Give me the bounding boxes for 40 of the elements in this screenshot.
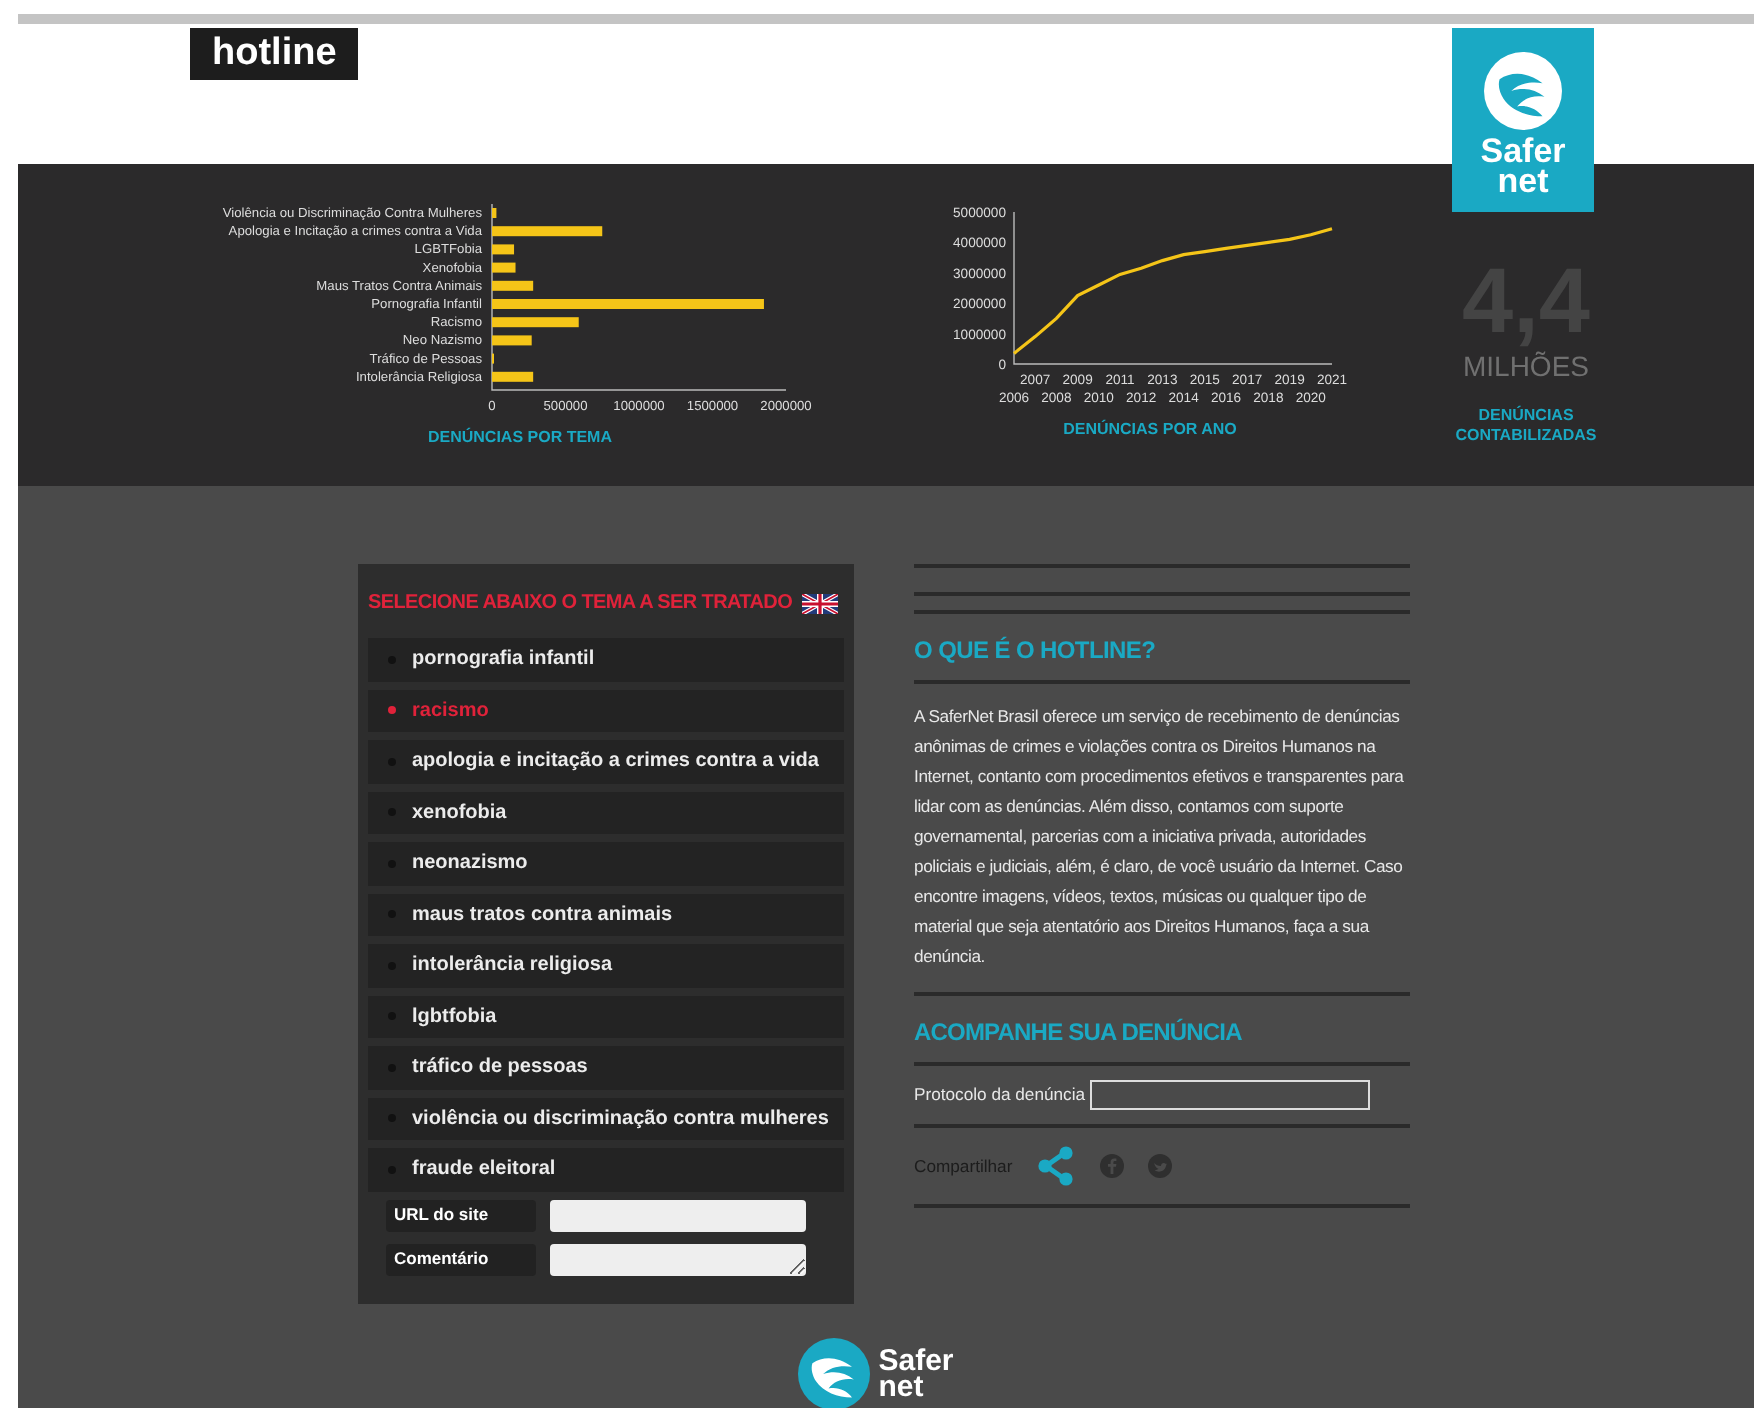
- topic-option[interactable]: intolerância religiosa: [368, 944, 844, 987]
- bar: [492, 208, 497, 218]
- share-icon[interactable]: [1036, 1146, 1077, 1186]
- section-title: ACOMPANHE SUA DENÚNCIA: [914, 1016, 1244, 1050]
- comment-field[interactable]: [550, 1243, 806, 1275]
- bar: [492, 280, 534, 291]
- protocol-field[interactable]: [1089, 1080, 1370, 1110]
- form-title: SELECIONE ABAIXO O TEMA A SER TRATADO: [368, 590, 793, 618]
- topic-option[interactable]: xenofobia: [368, 791, 844, 834]
- total-caption: DENÚNCIAS CONTABILIZADAS: [1453, 406, 1599, 446]
- section-title: O QUE É O HOTLINE?: [914, 634, 1158, 668]
- logo-text: Safer net: [1480, 136, 1566, 196]
- topic-option[interactable]: neonazismo: [368, 842, 844, 885]
- bar: [492, 262, 516, 273]
- about-paragraph: A SaferNet Brasil oferece um serviço de recebimento de denúncias anônimas de crimes e violações contra os Direitos Humanos na Internet, contanto com procedimentos efetivos e transparentes para lidar com as denúncias. Além disso, contamos com suporte governamental, parcerias com a iniciativa privada, autoridades policiais e judiciais, além, é claro, de você usuário da Internet. Caso encontre imagens, vídeos, textos, músicas ou qualquer tipo de material que seja atentatório aos Direitos Humanos, faça a sua denúncia.: [914, 704, 1406, 970]
- field-label: Comentário: [386, 1243, 536, 1275]
- chart-caption: DENÚNCIAS POR ANO: [1063, 418, 1237, 442]
- wing-icon: [798, 1338, 871, 1408]
- topic-option[interactable]: lgbtfobia: [368, 995, 844, 1038]
- page-title: hotline: [190, 28, 359, 80]
- uk-flag-icon[interactable]: [802, 593, 838, 613]
- bar: [492, 244, 515, 255]
- bar: [492, 371, 534, 382]
- bar: [492, 317, 579, 328]
- topic-option[interactable]: violência ou discriminação contra mulheres: [368, 1097, 844, 1140]
- url-field[interactable]: [550, 1199, 806, 1231]
- topic-option[interactable]: pornografia infantil: [368, 638, 844, 681]
- chart-caption: DENÚNCIAS POR TEMA: [427, 426, 612, 450]
- total-unit: MILHÕES: [1462, 350, 1589, 382]
- topic-option[interactable]: fraude eleitoral: [368, 1148, 844, 1191]
- field-label: Protocolo da denúncia: [914, 1082, 1086, 1108]
- topic-option[interactable]: maus tratos contra animais: [368, 893, 844, 936]
- topic-option[interactable]: apologia e incitação a crimes contra a vida: [368, 740, 844, 783]
- field-label: URL do site: [386, 1199, 536, 1231]
- bar: [492, 335, 532, 346]
- wing-icon: [1484, 52, 1562, 130]
- bar: [492, 226, 603, 237]
- topic-option[interactable]: tráfico de pessoas: [368, 1046, 844, 1089]
- logo-text: Safer net: [878, 1348, 954, 1400]
- footer-logo[interactable]: Safer net: [798, 1338, 954, 1408]
